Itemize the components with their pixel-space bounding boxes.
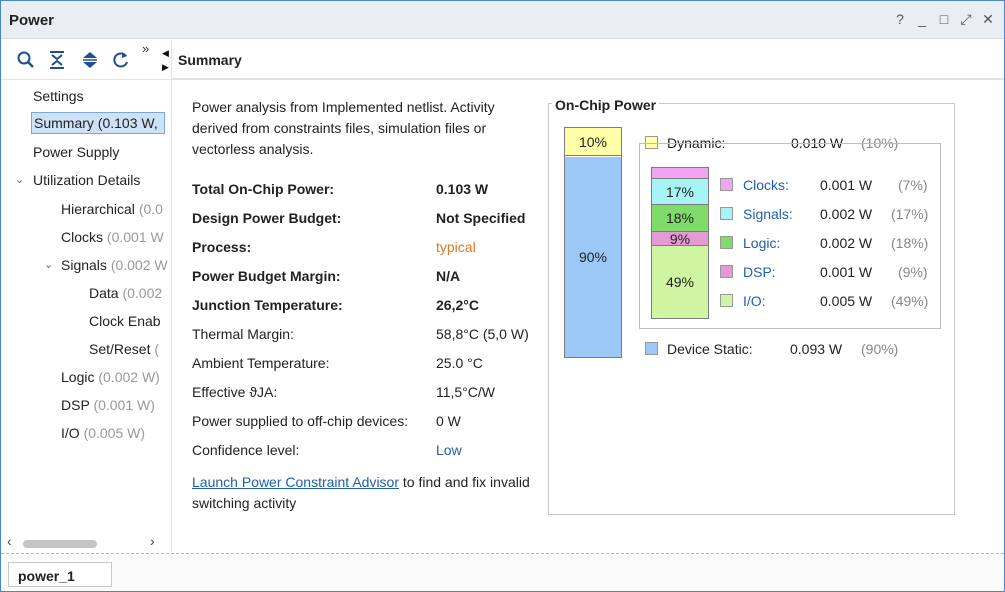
clocks-pct: (7%) — [898, 177, 928, 193]
power-window: Power ? _ □ ⤢ ✕ » ◀ ▶ Summary Settings S… — [0, 0, 1005, 592]
tree-item-dsp[interactable]: DSP (0.001 W) — [61, 394, 155, 416]
navigation-tree: Settings Summary (0.103 W, Power Supply … — [1, 81, 171, 536]
tree-item-power-supply[interactable]: Power Supply — [33, 141, 119, 163]
junction-temp-value: 26,2°C — [436, 297, 479, 313]
scrollbar-thumb[interactable] — [23, 540, 97, 548]
signals-value: 0.002 W — [820, 206, 873, 222]
clocks-swatch — [720, 178, 733, 191]
tree-item-signals[interactable]: Signals (0.002 W — [61, 254, 168, 276]
footer-tabbar: power_1 — [1, 553, 1004, 591]
tree-item-io[interactable]: I/O (0.005 W) — [61, 422, 145, 444]
effective-theta-value: 11,5°C/W — [436, 384, 496, 400]
confidence-link[interactable]: Low — [436, 442, 462, 458]
chevron-down-icon[interactable]: ⌄ — [44, 254, 53, 276]
help-button[interactable]: ? — [891, 10, 909, 28]
signals-link[interactable]: Signals: — [743, 206, 793, 222]
logic-link[interactable]: Logic: — [743, 235, 780, 251]
power-constraint-advisor-link[interactable]: Launch Power Constraint Advisor — [192, 474, 399, 490]
tab-power-1[interactable]: power_1 — [8, 562, 112, 587]
io-pct: (49%) — [891, 293, 929, 309]
expand-all-icon[interactable] — [79, 49, 101, 71]
confidence-label: Confidence level: — [192, 442, 300, 458]
minimize-button[interactable]: _ — [913, 10, 931, 28]
budget-margin-value: N/A — [436, 268, 461, 284]
thermal-margin-label: Thermal Margin: — [192, 326, 294, 342]
power-budget-label: Design Power Budget: — [192, 210, 342, 226]
dsp-link[interactable]: DSP: — [743, 264, 776, 280]
summary-content: Power analysis from Implemented netlist.… — [172, 83, 552, 538]
collapse-all-icon[interactable] — [46, 49, 68, 71]
window-title: Power — [9, 12, 55, 29]
dynamic-segment-5: 49% — [652, 246, 708, 318]
total-power-value: 0.103 W — [436, 181, 489, 197]
close-button[interactable]: ✕ — [979, 10, 997, 28]
dsp-pct: (9%) — [898, 264, 928, 280]
static-label: Device Static: — [667, 341, 753, 357]
io-swatch — [720, 294, 733, 307]
io-value: 0.005 W — [820, 293, 873, 309]
on-chip-power-title: On-Chip Power — [552, 97, 660, 113]
tree-item-clocks[interactable]: Clocks (0.001 W — [61, 226, 164, 248]
tree-item-clock-enable[interactable]: Clock Enab — [89, 310, 161, 332]
thermal-margin-value: 58,8°C (5,0 W) — [436, 326, 529, 342]
signals-swatch — [720, 207, 733, 220]
tree-item-settings[interactable]: Settings — [33, 85, 84, 107]
dynamic-segment-4: 9% — [652, 231, 708, 247]
chevron-down-icon[interactable]: ⌄ — [15, 169, 24, 191]
tree-item-summary[interactable]: Summary (0.103 W, — [31, 112, 165, 134]
off-chip-power-value: 0 W — [436, 413, 461, 429]
analysis-description: Power analysis from Implemented netlist.… — [192, 99, 495, 157]
static-bar-segment: 90% — [565, 157, 621, 357]
total-power-label: Total On-Chip Power: — [192, 181, 335, 197]
total-power-bar: 10% 90% — [564, 127, 622, 358]
power-budget-value: Not Specified — [436, 210, 526, 226]
scroll-right-icon[interactable]: ▶ — [162, 62, 169, 73]
search-icon[interactable] — [15, 49, 37, 71]
dynamic-segment-2: 17% — [652, 179, 708, 205]
tree-item-logic[interactable]: Logic (0.002 W) — [61, 366, 160, 388]
process-label: Process: — [192, 239, 252, 255]
maximize-button[interactable]: □ — [935, 10, 953, 28]
io-link[interactable]: I/O: — [743, 293, 766, 309]
static-pct: (90%) — [861, 341, 899, 357]
logic-swatch — [720, 236, 733, 249]
static-swatch — [645, 342, 658, 355]
panel-header-title: Summary — [178, 52, 242, 68]
advisor-text: Launch Power Constraint Advisor to find … — [192, 474, 530, 511]
title-bar: Power ? _ □ ⤢ ✕ — [1, 1, 1004, 39]
static-value: 0.093 W — [790, 341, 843, 357]
off-chip-power-label: Power supplied to off-chip devices: — [192, 413, 409, 429]
tree-horizontal-scrollbar[interactable]: ‹ › — [1, 533, 171, 552]
tree-item-hierarchical[interactable]: Hierarchical (0.0 — [61, 198, 163, 220]
tree-toolbar: » ◀ ▶ — [1, 40, 171, 80]
clocks-value: 0.001 W — [820, 177, 873, 193]
tree-item-data[interactable]: Data (0.002 — [89, 282, 162, 304]
dsp-swatch — [720, 265, 733, 278]
scroll-left-icon[interactable]: ◀ — [162, 48, 169, 59]
process-link[interactable]: typical — [436, 239, 476, 255]
dsp-value: 0.001 W — [820, 264, 873, 280]
clocks-link[interactable]: Clocks: — [743, 177, 789, 193]
ambient-temp-label: Ambient Temperature: — [192, 355, 330, 371]
dynamic-segment-3: 18% — [652, 205, 708, 232]
dynamic-breakdown-bar: 17% 18% 9% 49% — [651, 167, 709, 319]
ambient-temp-value: 25.0 °C — [436, 355, 483, 371]
chevron-right-icon[interactable]: › — [150, 533, 155, 549]
chevron-left-icon[interactable]: ‹ — [7, 533, 12, 549]
float-button[interactable]: ⤢ — [957, 10, 975, 28]
signals-pct: (17%) — [891, 206, 929, 222]
junction-temp-label: Junction Temperature: — [192, 297, 343, 313]
more-icon[interactable]: » — [142, 41, 149, 56]
refresh-icon[interactable] — [110, 49, 132, 71]
logic-pct: (18%) — [891, 235, 929, 251]
effective-theta-label: Effective ϑJA: — [192, 384, 278, 400]
budget-margin-label: Power Budget Margin: — [192, 268, 341, 284]
panel-header: Summary — [172, 40, 1004, 80]
dynamic-bar-segment: 10% — [565, 128, 621, 156]
dynamic-segment-1 — [652, 168, 708, 179]
logic-value: 0.002 W — [820, 235, 873, 251]
tree-item-set-reset[interactable]: Set/Reset ( — [89, 338, 159, 360]
tree-item-utilization-details[interactable]: Utilization Details — [33, 169, 140, 191]
